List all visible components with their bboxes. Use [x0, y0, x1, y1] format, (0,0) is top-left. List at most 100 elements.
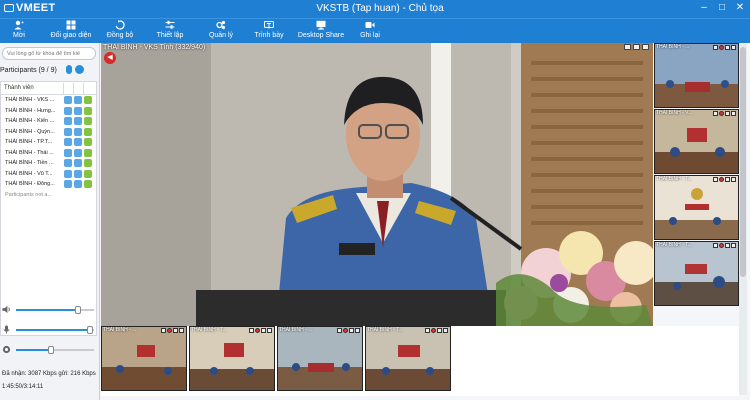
- participant-camera-icon[interactable]: [74, 148, 82, 157]
- speaker-volume-slider[interactable]: [16, 306, 94, 314]
- manage-button[interactable]: Quản lý: [207, 20, 235, 43]
- mic-icon[interactable]: [713, 243, 718, 248]
- participant-camera-icon[interactable]: [74, 169, 82, 178]
- participant-mic-icon[interactable]: [64, 148, 72, 157]
- thumbnail-scrollbar[interactable]: [739, 43, 747, 395]
- window-title: VKSTB (Tap huan) - Chủ tọa: [316, 3, 444, 14]
- window-icon[interactable]: [443, 328, 448, 333]
- participant-mic-icon[interactable]: [64, 138, 72, 146]
- screen-icon[interactable]: [725, 45, 730, 50]
- change-layout-button[interactable]: Đổi giao diện: [50, 20, 92, 43]
- screen-icon[interactable]: [349, 328, 354, 333]
- window-icon[interactable]: [731, 45, 736, 50]
- scrollbar-thumb[interactable]: [740, 47, 746, 277]
- window-icon[interactable]: [731, 111, 736, 116]
- mic-volume-knob[interactable]: [87, 326, 94, 334]
- participant-status-icon[interactable]: [84, 180, 92, 188]
- participant-camera-icon[interactable]: [74, 106, 82, 115]
- participant-thumbnail[interactable]: THÁI BÌNH - ...: [654, 43, 739, 108]
- participant-camera-icon[interactable]: [74, 138, 82, 146]
- participant-row[interactable]: THÁI BÌNH - Quỳn...: [1, 127, 96, 138]
- mic-icon[interactable]: [161, 328, 166, 333]
- participant-status-icon[interactable]: [84, 159, 92, 167]
- screen-icon[interactable]: [624, 44, 631, 50]
- desktop-share-button[interactable]: Desktop Share: [296, 20, 346, 43]
- participant-row[interactable]: THÁI BÌNH - Kiến ...: [1, 116, 96, 127]
- participant-row[interactable]: THÁI BÌNH - Thái ...: [1, 148, 96, 159]
- participant-camera-icon[interactable]: [74, 117, 82, 125]
- main-video-back-icon[interactable]: ◀: [104, 52, 116, 64]
- participant-status-icon[interactable]: [84, 117, 92, 125]
- minimize-button[interactable]: –: [698, 2, 710, 14]
- participant-row[interactable]: THÁI BÌNH - Hưng...: [1, 106, 96, 117]
- participant-mic-icon[interactable]: [64, 180, 72, 188]
- participant-mic-icon[interactable]: [64, 117, 72, 125]
- participant-status-icon[interactable]: [84, 169, 92, 178]
- present-button[interactable]: Trình bày: [253, 20, 285, 43]
- mic-icon[interactable]: [713, 177, 718, 182]
- mic-all-icon[interactable]: [66, 65, 72, 74]
- microphone-icon[interactable]: [2, 325, 11, 334]
- record-button[interactable]: Ghi lại: [358, 20, 382, 43]
- sync-button[interactable]: Đồng bộ: [106, 20, 134, 43]
- mic-icon[interactable]: [425, 328, 430, 333]
- maximize-button[interactable]: □: [716, 2, 728, 14]
- screen-icon[interactable]: [725, 243, 730, 248]
- speaker-icon[interactable]: [2, 305, 11, 314]
- participant-status-icon[interactable]: [84, 96, 92, 104]
- mic-icon[interactable]: [249, 328, 254, 333]
- screen-icon[interactable]: [261, 328, 266, 333]
- participant-row[interactable]: THÁI BÌNH - TP.T...: [1, 137, 96, 148]
- participant-mic-icon[interactable]: [64, 106, 72, 115]
- window-icon[interactable]: [731, 243, 736, 248]
- participant-camera-icon[interactable]: [74, 180, 82, 188]
- participant-status-icon[interactable]: [84, 138, 92, 146]
- participant-mic-icon[interactable]: [64, 169, 72, 178]
- participant-thumbnail[interactable]: THÁI BÌNH - T...: [189, 326, 275, 391]
- screen-icon[interactable]: [173, 328, 178, 333]
- participant-mic-icon[interactable]: [64, 127, 72, 136]
- mic-volume-slider[interactable]: [16, 326, 94, 334]
- mic-icon[interactable]: [713, 45, 718, 50]
- camera-level-slider[interactable]: [16, 346, 94, 354]
- participant-thumbnail[interactable]: THÁI BÌNH - T...: [365, 326, 451, 391]
- speaker-volume-knob[interactable]: [75, 306, 82, 314]
- participant-mic-icon[interactable]: [64, 159, 72, 167]
- participant-status-icon[interactable]: [84, 127, 92, 136]
- search-input[interactable]: [2, 47, 96, 60]
- screen-icon[interactable]: [437, 328, 442, 333]
- participant-status-icon[interactable]: [84, 106, 92, 115]
- main-video[interactable]: THÁI BÌNH - VKS Tỉnh (332/940) ◀: [101, 43, 653, 326]
- screen-icon[interactable]: [725, 177, 730, 182]
- participant-mic-icon[interactable]: [64, 96, 72, 104]
- invite-button[interactable]: Mời: [8, 20, 30, 43]
- participant-thumbnail[interactable]: THÁI BÌNH - T...: [654, 175, 739, 240]
- participant-thumbnail[interactable]: THÁI BÌNH - ...: [101, 326, 187, 391]
- participant-camera-icon[interactable]: [74, 159, 82, 167]
- fullscreen-icon[interactable]: [642, 44, 649, 50]
- thumbnail-label: THÁI BÌNH - ...: [279, 327, 313, 333]
- window-icon[interactable]: [633, 44, 640, 50]
- camera-level-knob[interactable]: [48, 346, 55, 354]
- participant-camera-icon[interactable]: [74, 127, 82, 136]
- window-icon[interactable]: [179, 328, 184, 333]
- participant-camera-icon[interactable]: [74, 96, 82, 104]
- participant-row[interactable]: THÁI BÌNH - Tiền ...: [1, 158, 96, 169]
- window-icon[interactable]: [355, 328, 360, 333]
- mic-icon[interactable]: [713, 111, 718, 116]
- close-button[interactable]: ✕: [734, 2, 746, 14]
- camera-icon[interactable]: [2, 345, 11, 354]
- participant-thumbnail[interactable]: THÁI BÌNH - ...: [277, 326, 363, 391]
- window-icon[interactable]: [731, 177, 736, 182]
- participant-thumbnail[interactable]: THÁI BÌNH - V...: [654, 109, 739, 174]
- participant-row[interactable]: THÁI BÌNH - Đông...: [1, 179, 96, 190]
- participant-thumbnail[interactable]: THÁI BÌNH - T...: [654, 241, 739, 306]
- settings-button[interactable]: Thiết lập: [155, 20, 185, 43]
- participant-row[interactable]: THÁI BÌNH - Vũ T...: [1, 169, 96, 180]
- participant-status-icon[interactable]: [84, 148, 92, 157]
- screen-icon[interactable]: [725, 111, 730, 116]
- camera-all-icon[interactable]: [75, 65, 84, 74]
- participant-row[interactable]: THÁI BÌNH - VKS ...: [1, 95, 96, 106]
- window-icon[interactable]: [267, 328, 272, 333]
- mic-icon[interactable]: [337, 328, 342, 333]
